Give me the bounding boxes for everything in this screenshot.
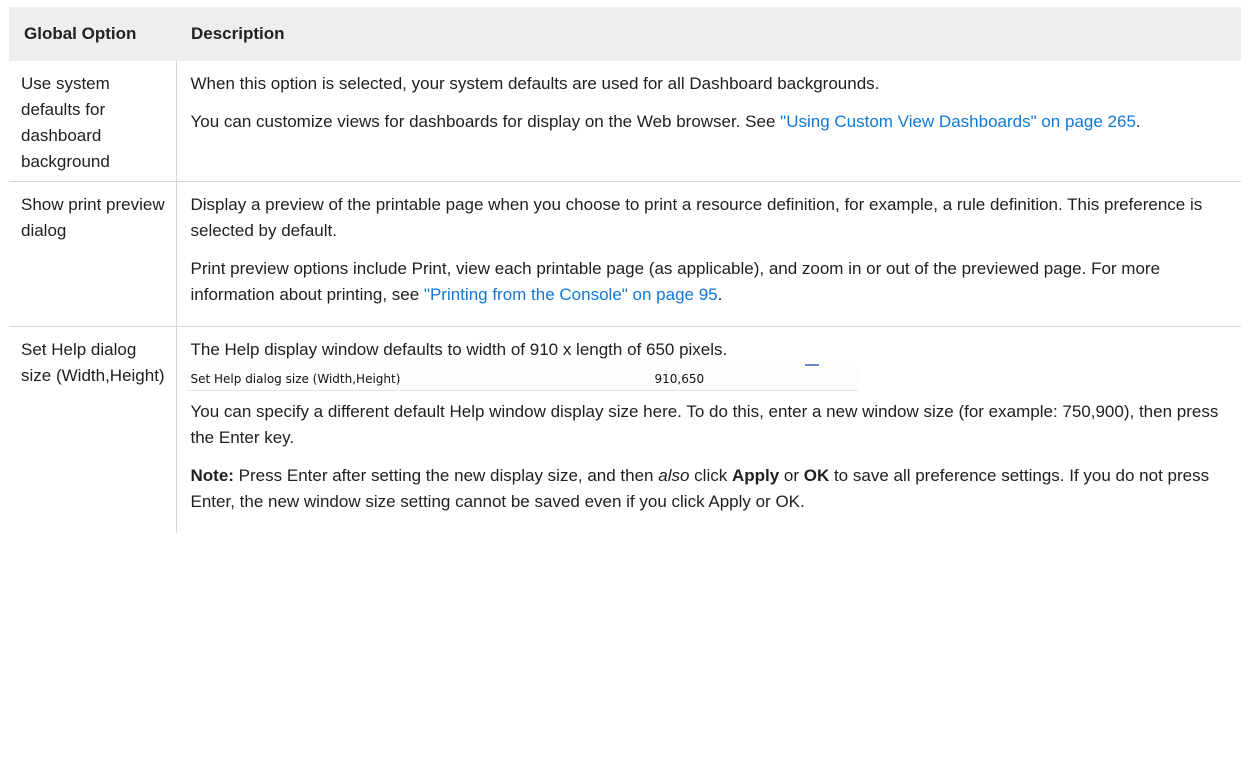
note-ok-term: OK bbox=[803, 466, 830, 485]
note-text: Press Enter after setting the new displa… bbox=[233, 466, 659, 485]
option-description: The Help display window defaults to widt… bbox=[176, 327, 1241, 534]
note-text: or bbox=[779, 466, 804, 485]
table-row: Show print preview dialog Display a prev… bbox=[9, 181, 1241, 327]
note-emphasis: also bbox=[658, 466, 690, 485]
description-paragraph: You can specify a different default Help… bbox=[190, 402, 1219, 447]
note-label: Note: bbox=[190, 466, 234, 485]
option-name: Show print preview dialog bbox=[9, 181, 177, 327]
header-global-option: Global Option bbox=[9, 7, 176, 61]
paragraph-text: You can customize views for dashboards f… bbox=[190, 112, 781, 131]
paragraph-text: . bbox=[1135, 112, 1141, 131]
note-apply-term: Apply bbox=[731, 466, 780, 485]
paragraph-text: . bbox=[717, 285, 723, 304]
option-description: Display a preview of the printable page … bbox=[176, 181, 1241, 327]
description-paragraph: When this option is selected, your syste… bbox=[190, 74, 880, 93]
description-paragraph: The Help display window defaults to widt… bbox=[190, 340, 728, 359]
preference-value: 910,650 bbox=[654, 371, 705, 386]
table-row: Set Help dialog size (Width,Height) The … bbox=[9, 326, 1241, 534]
note-paragraph: Note: Press Enter after setting the new … bbox=[191, 463, 1228, 515]
table-row: Use system defaults for dashboard backgr… bbox=[9, 61, 1241, 182]
custom-view-dashboards-link[interactable]: "Using Custom View Dashboards" on page 2… bbox=[780, 112, 1136, 131]
table-header-row: Global Option Description bbox=[9, 7, 1241, 61]
description-paragraph: You can customize views for dashboards f… bbox=[191, 109, 1228, 135]
header-description: Description bbox=[176, 7, 1241, 61]
option-name: Set Help dialog size (Width,Height) bbox=[9, 326, 177, 533]
tick-mark bbox=[804, 364, 819, 366]
printing-from-console-link[interactable]: "Printing from the Console" on page 95 bbox=[424, 285, 718, 304]
global-options-table: Global Option Description Use system def… bbox=[9, 7, 1241, 533]
option-description: When this option is selected, your syste… bbox=[176, 61, 1241, 182]
preference-label: Set Help dialog size (Width,Height) bbox=[190, 371, 401, 386]
description-paragraph: Print preview options include Print, vie… bbox=[191, 256, 1228, 308]
note-text: click bbox=[689, 466, 732, 485]
help-dialog-size-preference-screenshot: Set Help dialog size (Width,Height) 910,… bbox=[186, 364, 859, 391]
option-name: Use system defaults for dashboard backgr… bbox=[9, 61, 177, 182]
description-paragraph: Display a preview of the printable page … bbox=[190, 195, 1203, 240]
